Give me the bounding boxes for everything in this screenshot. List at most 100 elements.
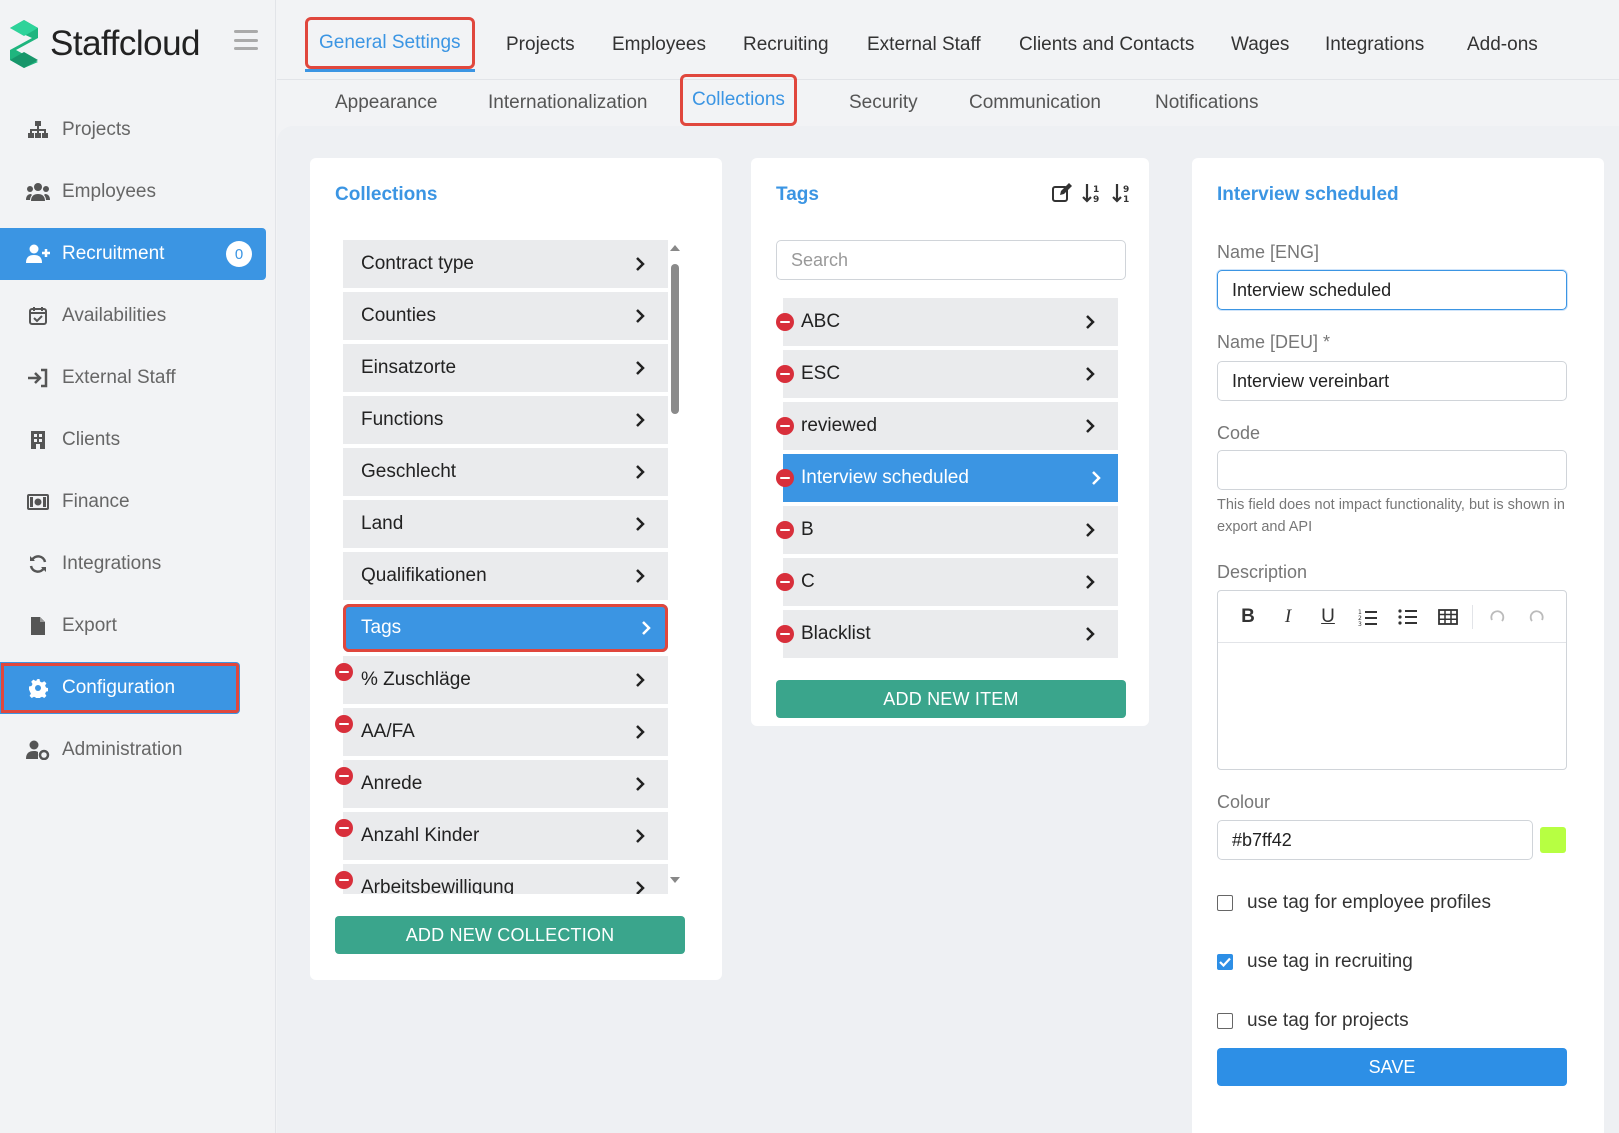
remove-icon[interactable] — [776, 625, 794, 643]
remove-icon[interactable] — [776, 417, 794, 435]
name-eng-input[interactable]: Interview scheduled — [1217, 270, 1567, 310]
sidebar-item-export[interactable]: Export — [0, 600, 266, 652]
tab-label: Clients and Contacts — [1019, 34, 1195, 55]
checkbox-label: use tag in recruiting — [1247, 951, 1413, 972]
collection-item-functions[interactable]: Functions — [343, 396, 668, 444]
collections-scrollbar[interactable] — [669, 244, 680, 884]
tab-clients-and-contacts[interactable]: Clients and Contacts — [1019, 20, 1194, 70]
collection-item-contract-type[interactable]: Contract type — [343, 240, 668, 288]
save-button[interactable]: SAVE — [1217, 1048, 1567, 1086]
subtab-notifications[interactable]: Notifications — [1155, 80, 1259, 126]
sidebar-item-availabilities[interactable]: Availabilities — [0, 290, 266, 342]
sidebar-item-external-staff[interactable]: External Staff — [0, 352, 266, 404]
user-cog-icon — [26, 738, 50, 762]
sidebar-item-administration[interactable]: Administration — [0, 724, 266, 776]
subtab-communication[interactable]: Communication — [969, 80, 1101, 126]
redo-icon[interactable] — [1517, 597, 1557, 637]
remove-icon[interactable] — [335, 715, 353, 733]
scroll-thumb[interactable] — [671, 264, 679, 414]
menu-toggle-icon[interactable] — [234, 30, 258, 50]
remove-icon[interactable] — [776, 469, 794, 487]
subtab-appearance[interactable]: Appearance — [335, 80, 437, 126]
sidebar-item-recruitment[interactable]: Recruitment 0 — [0, 228, 266, 280]
tag-item-reviewed[interactable]: reviewed — [783, 402, 1118, 450]
remove-icon[interactable] — [776, 573, 794, 591]
tab-integrations[interactable]: Integrations — [1325, 20, 1424, 70]
colour-input[interactable]: #b7ff42 — [1217, 820, 1533, 860]
edit-icon[interactable] — [1051, 182, 1073, 204]
add-new-item-button[interactable]: ADD NEW ITEM — [776, 680, 1126, 718]
sidebar-item-integrations[interactable]: Integrations — [0, 538, 266, 590]
collection-item-einsatzorte[interactable]: Einsatzorte — [343, 344, 668, 392]
description-label: Description — [1217, 562, 1308, 582]
subtab-collections[interactable]: Collections — [680, 74, 797, 126]
collection-item-tags[interactable]: Tags — [343, 604, 668, 652]
scroll-up-icon[interactable] — [670, 244, 680, 252]
description-textarea[interactable] — [1218, 643, 1566, 769]
add-new-collection-button[interactable]: ADD NEW COLLECTION — [335, 916, 685, 954]
remove-icon[interactable] — [335, 819, 353, 837]
remove-icon[interactable] — [776, 521, 794, 539]
scroll-down-icon[interactable] — [670, 876, 680, 884]
table-icon[interactable] — [1428, 597, 1468, 637]
sidebar-item-label: Projects — [62, 119, 131, 140]
ordered-list-icon[interactable]: 123 — [1348, 597, 1388, 637]
remove-icon[interactable] — [776, 365, 794, 383]
tag-item-esc[interactable]: ESC — [783, 350, 1118, 398]
undo-icon[interactable] — [1477, 597, 1517, 637]
tag-item-interview-scheduled[interactable]: Interview scheduled — [783, 454, 1118, 502]
sidebar-item-label: Recruitment — [62, 243, 165, 264]
list-item-label: ESC — [801, 363, 841, 384]
underline-icon[interactable]: U — [1308, 597, 1348, 637]
employee-profiles-checkbox[interactable]: use tag for employee profiles — [1217, 892, 1491, 914]
tab-external-staff[interactable]: External Staff — [867, 20, 981, 70]
bullet-list-icon[interactable] — [1388, 597, 1428, 637]
tag-item-c[interactable]: C — [783, 558, 1118, 606]
chevron-right-icon — [1086, 315, 1095, 329]
remove-icon[interactable] — [335, 871, 353, 889]
collection-item-geschlecht[interactable]: Geschlecht — [343, 448, 668, 496]
logo[interactable]: Staffcloud — [8, 18, 201, 70]
subtab-internationalization[interactable]: Internationalization — [488, 80, 648, 126]
tag-item-abc[interactable]: ABC — [783, 298, 1118, 346]
remove-icon[interactable] — [335, 767, 353, 785]
sidebar-item-employees[interactable]: Employees — [0, 166, 266, 218]
tab-wages[interactable]: Wages — [1231, 20, 1289, 70]
checkbox-unchecked[interactable] — [1217, 1013, 1233, 1029]
tab-recruiting[interactable]: Recruiting — [743, 20, 829, 70]
collection-item-anzahl-kinder[interactable]: Anzahl Kinder — [343, 812, 668, 860]
italic-icon[interactable]: I — [1268, 597, 1308, 637]
sidebar-item-projects[interactable]: Projects — [0, 104, 266, 156]
collection-item-qualifikationen[interactable]: Qualifikationen — [343, 552, 668, 600]
collection-item-aa-fa[interactable]: AA/FA — [343, 708, 668, 756]
sidebar-item-clients[interactable]: Clients — [0, 414, 266, 466]
collection-item-land[interactable]: Land — [343, 500, 668, 548]
remove-icon[interactable] — [776, 313, 794, 331]
tab-projects[interactable]: Projects — [506, 20, 575, 70]
code-input[interactable] — [1217, 450, 1567, 490]
colour-swatch[interactable] — [1540, 827, 1566, 853]
bold-icon[interactable]: B — [1228, 597, 1268, 637]
tag-item-blacklist[interactable]: Blacklist — [783, 610, 1118, 658]
checkbox-checked[interactable] — [1217, 954, 1233, 970]
tags-search-input[interactable]: Search — [776, 240, 1126, 280]
checkbox-unchecked[interactable] — [1217, 895, 1233, 911]
sidebar-item-configuration[interactable]: Configuration — [0, 662, 240, 714]
sort-ascending-icon[interactable]: 19 — [1081, 182, 1103, 204]
collection-item-zuschlaege[interactable]: % Zuschläge — [343, 656, 668, 704]
sidebar-item-finance[interactable]: Finance — [0, 476, 266, 528]
collection-item-arbeitsbewilligung[interactable]: Arbeitsbewilligung — [343, 864, 668, 894]
recruiting-checkbox[interactable]: use tag in recruiting — [1217, 951, 1413, 973]
remove-icon[interactable] — [335, 663, 353, 681]
tag-item-b[interactable]: B — [783, 506, 1118, 554]
collection-item-anrede[interactable]: Anrede — [343, 760, 668, 808]
list-item-label: C — [801, 571, 815, 592]
tab-employees[interactable]: Employees — [612, 20, 706, 70]
projects-checkbox[interactable]: use tag for projects — [1217, 1010, 1409, 1032]
sort-descending-icon[interactable]: 91 — [1111, 182, 1133, 204]
subtab-security[interactable]: Security — [849, 80, 918, 126]
collection-item-counties[interactable]: Counties — [343, 292, 668, 340]
name-deu-input[interactable]: Interview vereinbart — [1217, 361, 1567, 401]
tab-general-settings[interactable]: General Settings — [305, 17, 475, 72]
tab-add-ons[interactable]: Add-ons — [1467, 20, 1538, 70]
